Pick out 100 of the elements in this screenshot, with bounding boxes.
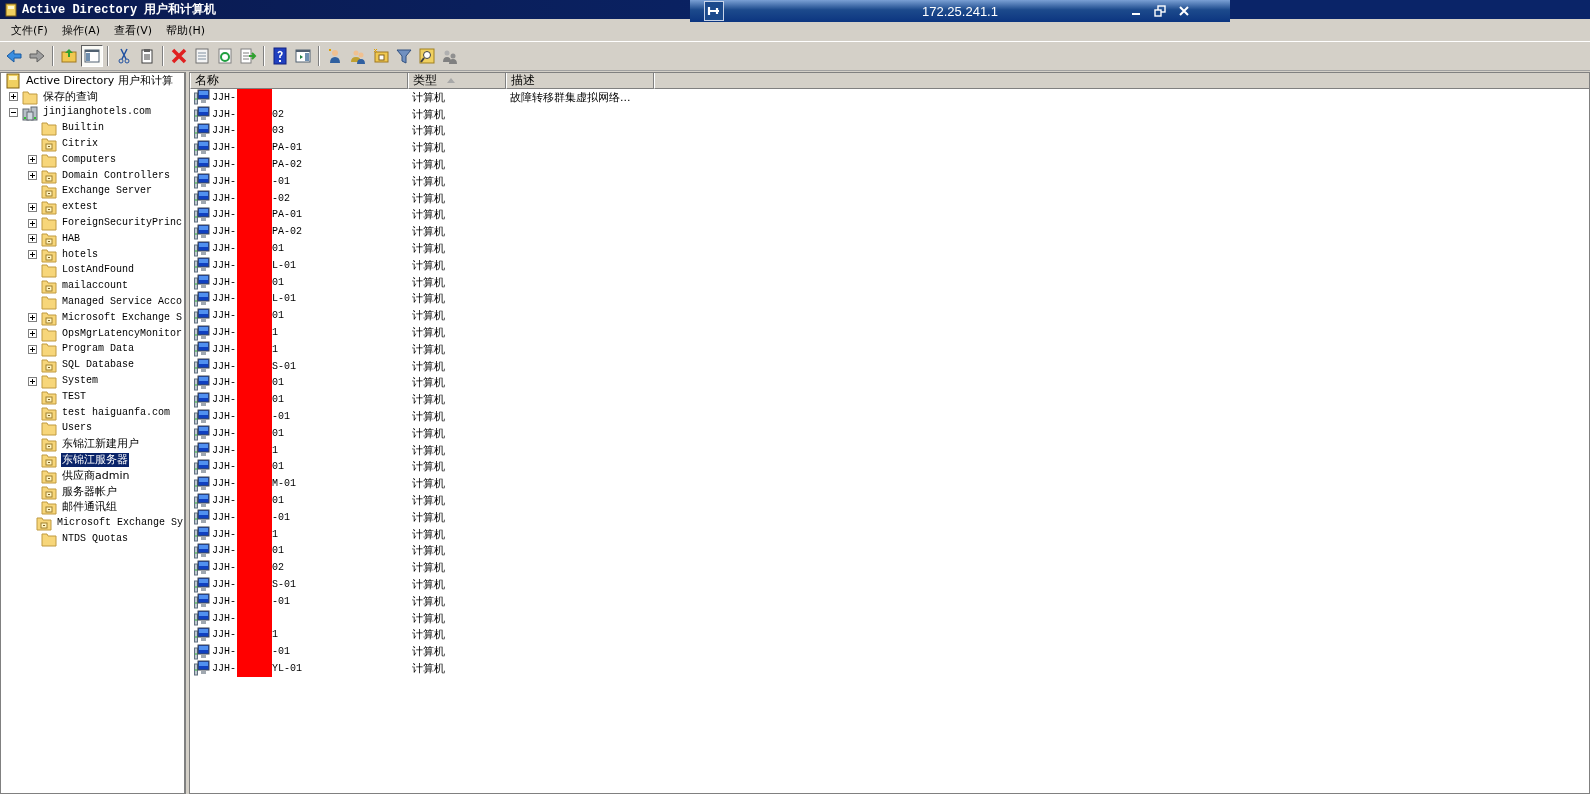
computer-name[interactable]: JJH- <box>212 595 236 607</box>
tree-item[interactable]: HAB <box>61 231 81 246</box>
computer-name[interactable]: JJH- <box>212 343 236 355</box>
tree-item[interactable]: Managed Service Acco <box>61 295 184 310</box>
computer-name[interactable]: JJH- <box>212 159 236 171</box>
computer-name[interactable]: 1 <box>272 327 279 339</box>
computer-name[interactable]: JJH- <box>212 495 236 506</box>
computer-name[interactable]: JJH- <box>212 394 236 406</box>
tree-item[interactable]: ForeignSecurityPrinc <box>61 216 184 231</box>
tree-pane-icon[interactable] <box>81 45 103 67</box>
computer-name[interactable]: JJH- <box>212 108 236 120</box>
expand-icon[interactable] <box>28 218 37 228</box>
computer-name[interactable]: JJH- <box>212 226 236 238</box>
menu-item[interactable]: 查看(V) <box>107 22 160 38</box>
computer-name[interactable]: 1 <box>272 343 279 355</box>
tree-item[interactable]: Exchange Server <box>61 184 153 199</box>
tree-item[interactable]: System <box>61 374 99 389</box>
computer-name[interactable]: JJH- <box>212 259 236 271</box>
expand-icon[interactable] <box>28 202 37 212</box>
tree-item[interactable]: 保存的查询 <box>42 89 99 104</box>
computer-name[interactable]: JJH- <box>212 192 236 204</box>
computer-name[interactable]: L-01 <box>272 293 297 305</box>
computer-name[interactable]: 01 <box>272 545 285 557</box>
computer-name[interactable]: JJH- <box>212 444 236 456</box>
export-list-icon[interactable] <box>237 45 259 67</box>
computer-name[interactable]: -01 <box>272 511 291 523</box>
computer-name[interactable]: -01 <box>272 595 291 607</box>
computer-name[interactable]: JJH- <box>212 175 236 187</box>
expand-icon[interactable] <box>28 376 37 386</box>
computer-name[interactable]: JJH- <box>212 377 236 389</box>
computer-name[interactable]: JJH- <box>212 612 236 624</box>
tree-item[interactable]: test haiguanfa.com <box>61 405 172 420</box>
computer-name[interactable]: 1 <box>272 444 279 456</box>
tree-item[interactable]: TEST <box>61 389 87 404</box>
expand-icon[interactable] <box>28 234 37 244</box>
computer-name[interactable]: JJH- <box>212 125 236 137</box>
computer-name[interactable]: S-01 <box>272 360 297 372</box>
computer-name[interactable]: PA-02 <box>272 159 303 171</box>
computer-name[interactable]: -01 <box>272 411 291 423</box>
computer-name[interactable]: JJH- <box>212 209 236 221</box>
computer-name[interactable]: JJH- <box>212 478 236 490</box>
computer-name[interactable]: JJH- <box>212 360 236 372</box>
computer-name[interactable]: 01 <box>272 310 285 322</box>
computer-name[interactable]: JJH- <box>212 142 236 154</box>
computer-name[interactable]: 1 <box>272 528 279 540</box>
computer-name[interactable]: JJH- <box>212 461 236 473</box>
computer-name[interactable]: 1 <box>272 629 279 641</box>
computer-name[interactable]: 03 <box>272 125 285 137</box>
tree-item[interactable]: Active Directory 用户和计算 <box>25 73 174 88</box>
computer-name[interactable]: 01 <box>272 243 285 255</box>
computer-name[interactable]: JJH- <box>212 528 236 540</box>
menu-item[interactable]: 文件(F) <box>4 22 55 38</box>
computer-name[interactable]: JJH- <box>212 243 236 255</box>
tree-item[interactable]: hotels <box>61 247 99 262</box>
tree-item[interactable]: OpsMgrLatencyMonitor <box>61 326 184 341</box>
collapse-icon[interactable] <box>9 108 18 117</box>
tree-item[interactable]: Microsoft Exchange S <box>61 310 184 325</box>
computer-name[interactable]: M-01 <box>272 478 297 490</box>
computer-name[interactable]: JJH- <box>212 579 236 590</box>
tree-item[interactable]: 邮件通讯组 <box>61 500 118 515</box>
tree-item[interactable]: 供应商admin <box>61 468 131 483</box>
computer-name[interactable]: JJH- <box>212 545 236 557</box>
computer-name[interactable]: PA-01 <box>272 209 303 221</box>
computer-name[interactable]: JJH- <box>212 427 236 439</box>
computer-name[interactable]: -01 <box>272 175 291 187</box>
computer-name[interactable]: JJH- <box>212 629 236 641</box>
tree-item[interactable]: LostAndFound <box>61 263 135 278</box>
expand-icon[interactable] <box>28 155 37 165</box>
tree-item[interactable]: NTDS Quotas <box>61 532 129 546</box>
column-header[interactable]: 类型 <box>408 73 506 89</box>
computer-name[interactable]: -02 <box>272 192 291 204</box>
tree-item[interactable]: 东锦江新建用户 <box>61 437 140 452</box>
computer-name[interactable]: JJH- <box>212 411 236 423</box>
computer-name[interactable]: JJH- <box>212 663 236 674</box>
computer-name[interactable]: PA-02 <box>272 226 303 238</box>
expand-icon[interactable] <box>28 313 37 323</box>
expand-icon[interactable] <box>28 344 37 354</box>
tree-item[interactable]: Computers <box>61 152 117 167</box>
computer-name[interactable]: PA-01 <box>272 142 303 154</box>
tree-item[interactable]: mailaccount <box>61 279 129 294</box>
computer-name[interactable]: 01 <box>272 495 285 506</box>
computer-name[interactable]: JJH- <box>212 91 236 103</box>
restore-icon[interactable] <box>1154 5 1166 17</box>
tree-item[interactable]: SQL Database <box>61 358 135 373</box>
computer-name[interactable]: 01 <box>272 461 285 473</box>
tree-item[interactable]: jinjianghotels.com <box>42 105 153 120</box>
expand-icon[interactable] <box>28 329 37 339</box>
tree-item[interactable]: Builtin <box>61 121 105 136</box>
tree-item[interactable]: Citrix <box>61 137 99 152</box>
close-icon[interactable] <box>1178 5 1190 17</box>
column-header[interactable]: 描述 <box>506 73 654 89</box>
expand-icon[interactable] <box>28 171 37 181</box>
tree-item[interactable]: 东锦江服务器 <box>61 453 129 467</box>
computer-name[interactable]: 02 <box>272 108 285 120</box>
tree-item[interactable]: Microsoft Exchange Sy <box>55 516 184 531</box>
tree-item[interactable]: Users <box>61 421 93 436</box>
menu-item[interactable]: 操作(A) <box>54 22 108 38</box>
computer-name[interactable]: 01 <box>272 377 285 389</box>
computer-name[interactable]: JJH- <box>212 310 236 322</box>
tree-item[interactable]: 服务器帐户 <box>61 484 118 499</box>
